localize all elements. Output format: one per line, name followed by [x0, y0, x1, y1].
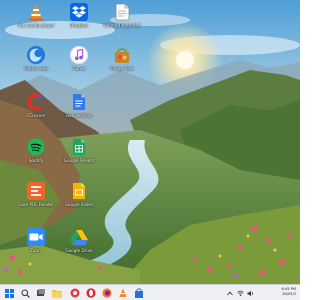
desktop-icon-google-sheets[interactable]: Google Sheets — [57, 138, 101, 163]
clock-date: 28/05/2 — [282, 292, 296, 296]
desktop-icon-google-docs[interactable]: Google Docs — [57, 93, 101, 118]
desktop-icon-label: Google Sheets — [63, 158, 95, 163]
foxit-pdf-icon — [27, 182, 45, 200]
desktop-icon-label: Finder Sale — [110, 66, 134, 71]
taskbar-opera[interactable] — [86, 288, 96, 298]
taskbar-store[interactable] — [70, 288, 80, 298]
spotify-icon — [27, 138, 45, 156]
task-view-button[interactable] — [36, 288, 46, 298]
vlc-icon — [119, 288, 127, 297]
desktop-icon-label: VLC media player — [17, 23, 55, 28]
desktop-icon-google-drive[interactable]: Google Drive — [57, 228, 101, 253]
tray-chevron[interactable] — [226, 288, 234, 298]
taskbar: 6:45 PM 28/05/2 — [0, 284, 300, 300]
task-view-icon — [37, 289, 45, 296]
desktop-icon-label: Dropbox — [70, 23, 88, 28]
desktop-icon-zoom[interactable]: Zoom — [14, 228, 58, 253]
taskbar-firefox[interactable] — [102, 288, 112, 298]
zoom-icon — [27, 228, 45, 246]
wifi-icon — [236, 290, 244, 296]
taskbar-vlc[interactable] — [118, 288, 128, 298]
desktop-icon-label: Spotify — [28, 158, 44, 163]
desktop-icon-label: Foxit PDF Reader — [18, 202, 54, 207]
taskbar-store-bag[interactable] — [134, 288, 144, 298]
itunes-icon — [70, 46, 88, 64]
desktop-icon-spotify[interactable]: Spotify — [14, 138, 58, 163]
tray-clock[interactable]: 6:45 PM 28/05/2 — [256, 287, 296, 297]
ccleaner-icon — [27, 93, 45, 111]
google-slides-icon — [70, 182, 88, 200]
vlc-cone-icon — [27, 3, 45, 21]
desktop-icon-label: Google Slides — [64, 202, 94, 207]
firefox-icon — [27, 46, 45, 64]
desktop-icon-itunes[interactable]: iTunes — [57, 46, 101, 71]
notepad-file-icon — [113, 3, 131, 21]
folder-icon — [52, 289, 62, 298]
desktop-icon-notepad[interactable]: Untitled Note Pad — [100, 3, 144, 28]
search-button[interactable] — [20, 288, 30, 298]
finder-icon — [113, 46, 131, 64]
chevron-up-icon — [227, 291, 233, 295]
desktop-icon-label: Zoom — [29, 248, 43, 253]
speaker-icon — [247, 290, 253, 296]
desktop-icon-label: iTunes — [72, 66, 86, 71]
desktop-icon-dropbox[interactable]: Dropbox — [57, 3, 101, 28]
opera-icon — [86, 288, 96, 298]
google-drive-icon — [70, 228, 88, 246]
windows-start-icon — [4, 288, 14, 298]
desktop-icon-foxit[interactable]: Foxit PDF Reader — [14, 182, 58, 207]
desktop-icon-google-slides[interactable]: Google Slides — [57, 182, 101, 207]
google-sheets-icon — [70, 138, 88, 156]
tray-volume[interactable] — [246, 288, 254, 298]
desktop-icon-label: Firefox web — [24, 66, 48, 71]
store-bag-icon — [135, 288, 143, 298]
desktop-icon-label: Untitled Note Pad — [103, 23, 141, 28]
desktop-icon-label: Google Docs — [65, 113, 93, 118]
desktop-icon-firefox[interactable]: Firefox web — [14, 46, 58, 71]
windows-start-button[interactable] — [4, 288, 14, 298]
desktop-icon-label: Google Drive — [65, 248, 93, 253]
dropbox-icon — [70, 3, 88, 21]
desktop-icon-ccleaner[interactable]: CCleaner — [14, 93, 58, 118]
search-icon — [21, 289, 30, 298]
desktop-icon-finder[interactable]: Finder Sale — [100, 46, 144, 71]
firefox-icon — [102, 288, 112, 298]
tray-network[interactable] — [236, 288, 244, 298]
desktop-icon-label: CCleaner — [26, 113, 46, 118]
google-docs-icon — [70, 93, 88, 111]
taskbar-file-explorer[interactable] — [52, 288, 62, 298]
desktop-icon-vlc[interactable]: VLC media player — [14, 3, 58, 28]
store-icon — [70, 288, 80, 298]
